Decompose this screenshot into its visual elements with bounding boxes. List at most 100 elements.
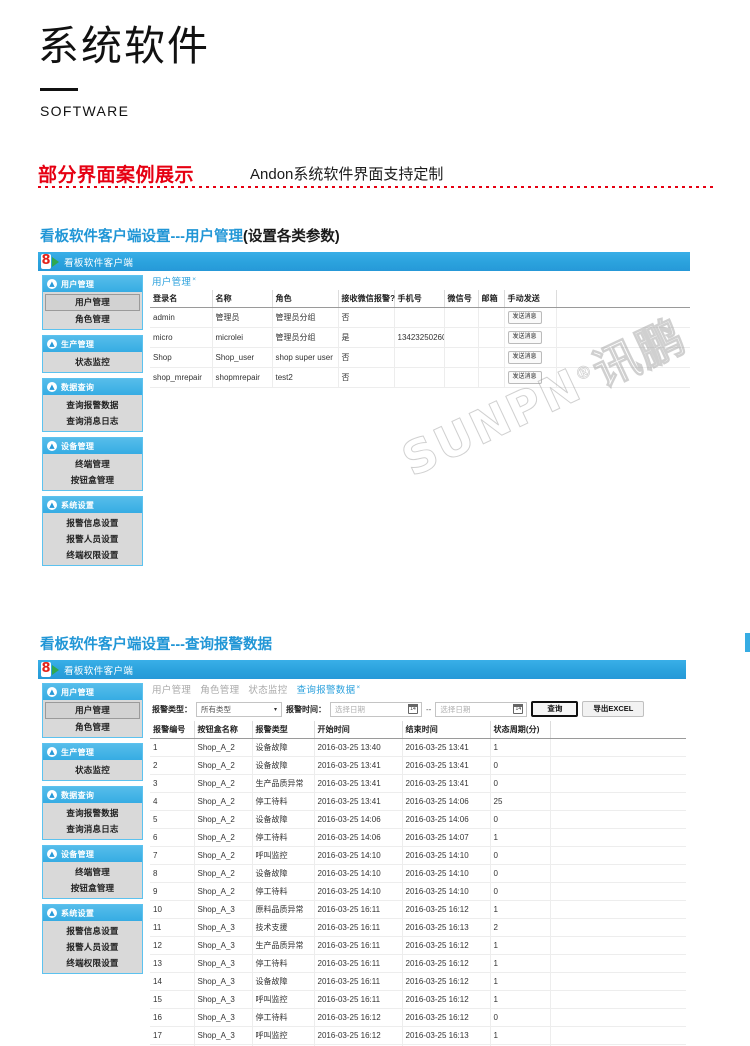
cell-1: Shop_A_2	[194, 738, 253, 757]
sidebar-group-0: ▲ 用户管理用户管理 角色管理	[42, 275, 143, 330]
table-row[interactable]: 16 Shop_A_3 停工待料 2016-03-25 16:12 2016-03-25…	[150, 1008, 686, 1027]
app-window-alarm-query: 8 看板软件客户端 ▲ 用户管理 用户管理 角色管理 ▲ 生产管理 状态监控 ▲ 数据查询 查询报…	[38, 660, 686, 1046]
table-row[interactable]: 9 Shop_A_2 停工待料 2016-03-25 14:10 2016-03-25 …	[150, 882, 686, 901]
section-heading-red: 部分界面案例展示	[38, 165, 195, 186]
sidebar-item-4-2[interactable]: 终端权限设置	[45, 547, 140, 563]
date-from-input[interactable]: 选择日期 14	[330, 701, 422, 717]
table-row[interactable]: 7 Shop_A_2 呼叫监控 2016-03-25 14:10 2016-03-25 …	[150, 846, 686, 865]
sidebar-group-4: ▲ 系统设置报警信息设置 报警人员设置 终端权限设置	[42, 496, 143, 566]
close-icon[interactable]: ×	[192, 276, 196, 283]
sidebar-item-3-0[interactable]: 终端管理	[45, 864, 140, 880]
cell-1: Shop_A_2	[194, 810, 253, 829]
cell-4: 2016-03-25 14:06	[402, 792, 491, 811]
send-message-button[interactable]: 发送消息	[507, 311, 542, 324]
cell-5: 2	[490, 918, 551, 937]
chevron-up-circle-icon: ▲	[47, 790, 57, 800]
table-row[interactable]: Shop Shop_user shop super user 否 发送消息	[150, 347, 690, 368]
alarm-type-select[interactable]: 所有类型 ▾	[196, 701, 282, 717]
table-row[interactable]: micro microlei 管理员分组是 13423250260 发送消息	[150, 327, 690, 348]
cell-0: 1	[150, 738, 195, 757]
table-row[interactable]: 8 Shop_A_2 设备故障 2016-03-25 14:10 2016-03-25 …	[150, 864, 686, 883]
cell-3: 2016-03-25 13:40	[314, 738, 403, 757]
cell-spacer	[550, 738, 686, 757]
send-message-button[interactable]: 发送消息	[507, 331, 542, 344]
sidebar-item-0-1[interactable]: 角色管理	[45, 311, 140, 327]
sidebar-group-header[interactable]: ▲ 系统设置	[43, 497, 142, 513]
search-button[interactable]: 查询	[531, 701, 579, 717]
cell-phone	[394, 307, 445, 328]
sidebar-item-1-0[interactable]: 状态监控	[45, 762, 140, 778]
cell-5: 0	[490, 810, 551, 829]
export-excel-button[interactable]: 导出EXCEL	[582, 701, 645, 717]
table-body: admin 管理员 管理员分组否发送消息 micro microlei 管理员分组是 134…	[150, 307, 690, 388]
tab-2[interactable]: 状态监控	[248, 682, 287, 696]
tab-0[interactable]: 用户管理×	[152, 274, 196, 288]
sidebar-group-header[interactable]: ▲ 系统设置	[43, 905, 142, 921]
table-row[interactable]: admin 管理员 管理员分组否 发送消息	[150, 307, 690, 328]
sidebar-group-header[interactable]: ▲ 生产管理	[43, 744, 142, 760]
sidebar-group-header[interactable]: ▲ 数据查询	[43, 379, 142, 395]
sidebar-item-2-0[interactable]: 查询报警数据	[45, 397, 140, 413]
cell-4: 2016-03-25 16:12	[402, 972, 491, 991]
table-row[interactable]: 10 Shop_A_3 原料品质异常 2016-03-25 16:11 2016-03-…	[150, 900, 686, 919]
table-row[interactable]: 15 Shop_A_3 呼叫监控 2016-03-25 16:11 2016-03-25…	[150, 990, 686, 1009]
sidebar-item-4-1[interactable]: 报警人员设置	[45, 531, 140, 547]
sidebar-group-header[interactable]: ▲ 设备管理	[43, 846, 142, 862]
cell-wxid	[444, 327, 479, 348]
sidebar-item-1-0[interactable]: 状态监控	[45, 354, 140, 370]
sidebar-item-2-1[interactable]: 查询消息日志	[45, 413, 140, 429]
table-row[interactable]: 13 Shop_A_3 停工待料 2016-03-25 16:11 2016-03-25…	[150, 954, 686, 973]
sidebar-item-0-1[interactable]: 角色管理	[45, 719, 140, 735]
calendar-icon[interactable]: 14	[513, 704, 524, 714]
sidebar-item-0-0[interactable]: 用户管理	[45, 294, 140, 311]
table-header-row: 报警编号 按钮盒名称 报警类型 开始时间 结束时间 状态周期(分)	[150, 721, 686, 739]
close-icon[interactable]: ×	[356, 684, 360, 691]
column-header-8	[556, 290, 690, 308]
table-row[interactable]: shop_mrepair shopmrepair test2 否 发送消息	[150, 367, 690, 388]
table-row[interactable]: 12 Shop_A_3 生产品质异常 2016-03-25 16:11 2016-03-…	[150, 936, 686, 955]
sidebar-item-3-1[interactable]: 按钮盒管理	[45, 472, 140, 488]
sidebar-item-4-0[interactable]: 报警信息设置	[45, 515, 140, 531]
sidebar-item-0-0[interactable]: 用户管理	[45, 702, 140, 719]
sidebar-item-2-0[interactable]: 查询报警数据	[45, 805, 140, 821]
send-message-button[interactable]: 发送消息	[507, 351, 542, 364]
tab-3[interactable]: 查询报警数据×	[297, 682, 361, 696]
table-row[interactable]: 11 Shop_A_3 技术支援 2016-03-25 16:11 2016-03-25…	[150, 918, 686, 937]
sidebar-group-header[interactable]: ▲ 用户管理	[43, 276, 142, 292]
sidebar-item-4-2[interactable]: 终端权限设置	[45, 955, 140, 971]
cell-2: 呼叫监控	[252, 1026, 315, 1045]
chevron-up-circle-icon: ▲	[47, 441, 57, 451]
sidebar-group-header[interactable]: ▲ 数据查询	[43, 787, 142, 803]
table-row[interactable]: 17 Shop_A_3 呼叫监控 2016-03-25 16:12 2016-03-25…	[150, 1026, 686, 1045]
cell-5: 0	[490, 846, 551, 865]
table-row[interactable]: 4 Shop_A_2 停工待料 2016-03-25 13:41 2016-03-25 …	[150, 792, 686, 811]
cell-0: 5	[150, 810, 195, 829]
sidebar-group-title: 数据查询	[61, 790, 95, 800]
table-row[interactable]: 3 Shop_A_2 生产品质异常 2016-03-25 13:41 2016-03-2…	[150, 774, 686, 793]
alarm-query-toolbar: 报警类型： 所有类型 ▾ 报警时间： 选择日期 14 -- 选择日期 14 查询…	[150, 698, 686, 721]
sidebar-item-2-1[interactable]: 查询消息日志	[45, 821, 140, 837]
cell-0: 17	[150, 1026, 195, 1045]
sidebar-group-header[interactable]: ▲ 用户管理	[43, 684, 142, 700]
sidebar-item-4-0[interactable]: 报警信息设置	[45, 923, 140, 939]
table-row[interactable]: 5 Shop_A_2 设备故障 2016-03-25 14:06 2016-03-25 …	[150, 810, 686, 829]
tab-0[interactable]: 用户管理	[152, 682, 191, 696]
sidebar-group-header[interactable]: ▲ 生产管理	[43, 336, 142, 352]
sidebar-group-body: 报警信息设置 报警人员设置 终端权限设置	[43, 921, 142, 973]
sidebar-item-4-1[interactable]: 报警人员设置	[45, 939, 140, 955]
date-to-input[interactable]: 选择日期 14	[435, 701, 528, 717]
cell-1: Shop_A_2	[194, 756, 253, 775]
tab-1[interactable]: 角色管理	[200, 682, 239, 696]
section-heading-note: Andon系统软件界面支持定制	[250, 166, 444, 183]
table-row[interactable]: 6 Shop_A_2 停工待料 2016-03-25 14:06 2016-03-25 …	[150, 828, 686, 847]
send-message-button[interactable]: 发送消息	[507, 371, 542, 384]
cell-2: 设备故障	[252, 738, 315, 757]
tabbar-panel2: 用户管理 角色管理 状态监控 查询报警数据×	[150, 681, 686, 698]
sidebar-item-3-1[interactable]: 按钮盒管理	[45, 880, 140, 896]
table-row[interactable]: 14 Shop_A_3 设备故障 2016-03-25 16:11 2016-03-25…	[150, 972, 686, 991]
table-row[interactable]: 1 Shop_A_2 设备故障 2016-03-25 13:40 2016-03-25 …	[150, 738, 686, 757]
calendar-icon[interactable]: 14	[408, 704, 418, 714]
sidebar-item-3-0[interactable]: 终端管理	[45, 456, 140, 472]
sidebar-group-header[interactable]: ▲ 设备管理	[43, 438, 142, 454]
table-row[interactable]: 2 Shop_A_2 设备故障 2016-03-25 13:41 2016-03-25 …	[150, 756, 686, 775]
